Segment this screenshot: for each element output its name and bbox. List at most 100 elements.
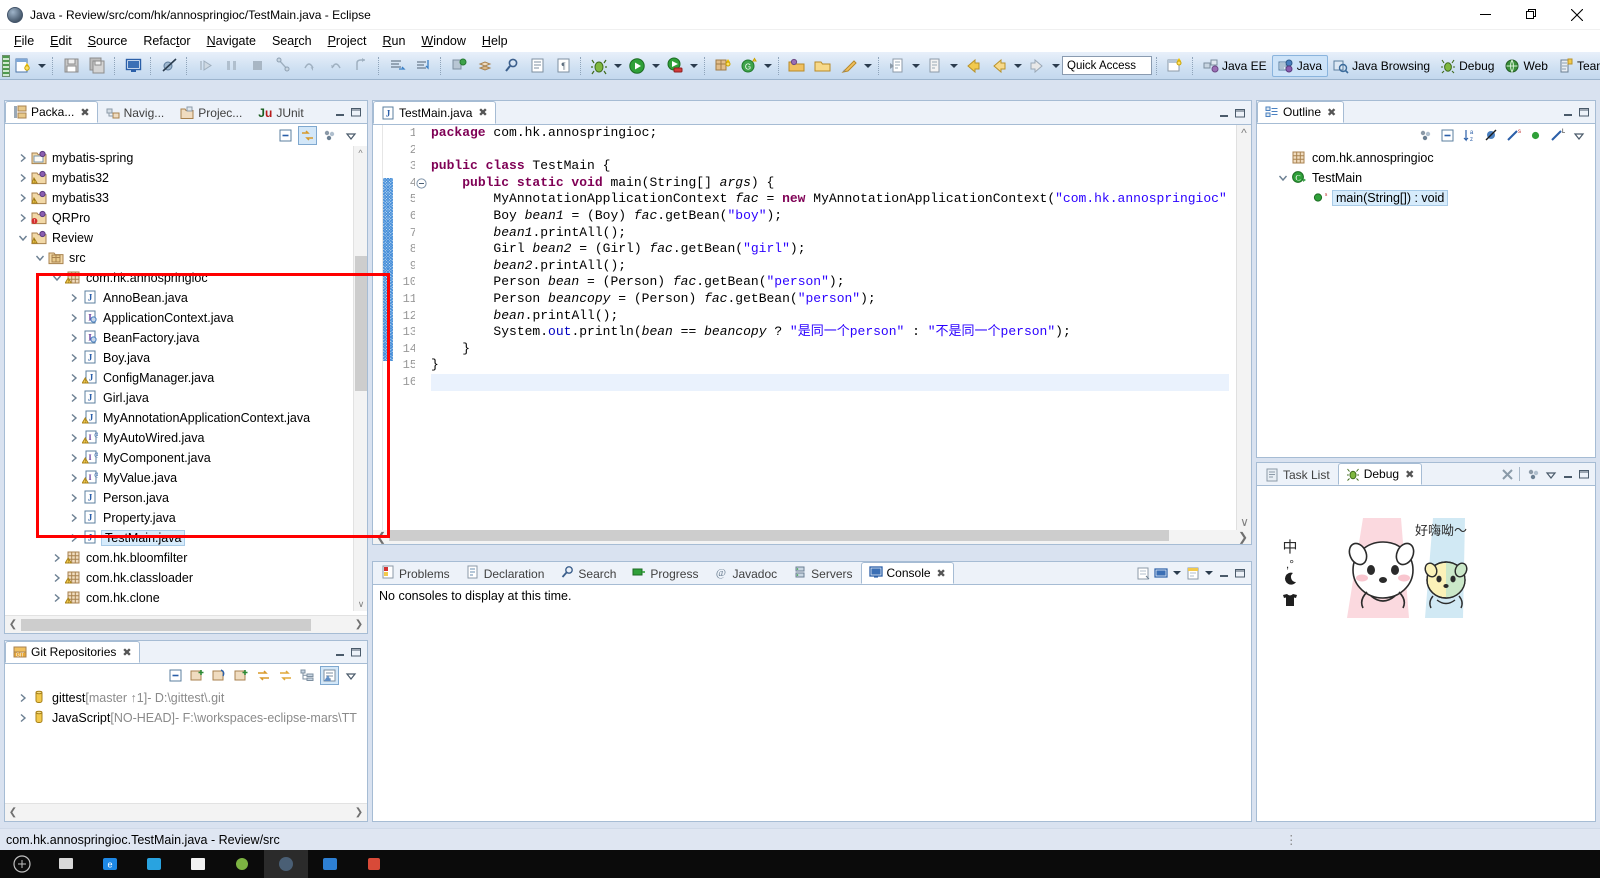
git-hscrollbar[interactable]: ❮ ❯ — [5, 803, 367, 821]
code-line[interactable]: Girl bean2 = (Girl) fac.getBean("girl"); — [431, 241, 1229, 258]
collapse-all-icon[interactable] — [1438, 126, 1457, 145]
minimize-view-icon[interactable] — [333, 105, 347, 119]
previous-edit-location-icon[interactable] — [885, 54, 909, 78]
tree-row[interactable]: J TestMain.java — [5, 528, 367, 548]
tree-row[interactable]: ! Review — [5, 228, 367, 248]
drop-to-frame-icon[interactable] — [349, 54, 373, 78]
new-annotation-dropdown-icon[interactable] — [762, 54, 774, 78]
menu-navigate[interactable]: Navigate — [199, 32, 264, 50]
minimize-icon[interactable] — [1462, 0, 1508, 30]
code-line[interactable]: bean2.printAll(); — [431, 258, 1229, 275]
tree-row[interactable]: J! ConfigManager.java — [5, 368, 367, 388]
git-repositories-tree[interactable]: gittest [master ↑1] - D:\gittest\.git Jav… — [5, 686, 367, 728]
run-external-tools-icon[interactable] — [663, 54, 687, 78]
tree-row[interactable]: src — [5, 248, 367, 268]
tree-row[interactable]: C TestMain — [1257, 168, 1595, 188]
tab-outline[interactable]: Outline ✖ — [1257, 101, 1345, 123]
code-line[interactable]: public static void main(String[] args) { — [431, 175, 1229, 192]
push-icon[interactable] — [276, 666, 295, 685]
taskbar-start-icon[interactable] — [0, 850, 44, 878]
forward-history-icon[interactable] — [987, 54, 1011, 78]
package-explorer-tree[interactable]: mybatis-spring! mybatis32! mybatis33! QRPro… — [5, 146, 367, 611]
perspective-java[interactable]: Java — [1271, 54, 1329, 77]
tree-row[interactable]: ! com.hk.bloomfilter — [5, 548, 367, 568]
code-line[interactable]: package com.hk.annospringioc; — [431, 125, 1229, 142]
git-repository-row[interactable]: JavaScript [NO-HEAD] - F:\workspaces-ecl… — [5, 708, 367, 728]
package-explorer-scrollbar[interactable]: ^ ∨ — [353, 146, 367, 611]
tree-row[interactable]: J Boy.java — [5, 348, 367, 368]
skip-breakpoints-icon[interactable] — [157, 54, 181, 78]
hierarchy-icon[interactable] — [298, 666, 317, 685]
collapse-all-icon[interactable] — [276, 126, 295, 145]
code-line[interactable] — [431, 142, 1229, 159]
taskbar-item-2[interactable]: e — [88, 850, 132, 878]
view-menu-icon[interactable] — [342, 126, 361, 145]
perspective-web[interactable]: Web — [1499, 55, 1552, 77]
punctuation-icon[interactable]: ,° — [1286, 558, 1294, 570]
tree-row[interactable]: mybatis-spring — [5, 148, 367, 168]
step-return-icon[interactable] — [323, 54, 347, 78]
package-explorer-hscrollbar[interactable]: ❮ ❯ — [5, 615, 367, 633]
previous-annotation-icon[interactable] — [411, 54, 435, 78]
taskbar-item-7[interactable] — [352, 850, 396, 878]
clear-console-icon[interactable] — [1135, 565, 1151, 581]
menu-window[interactable]: Window — [413, 32, 473, 50]
taskbar-item-6[interactable] — [308, 850, 352, 878]
editor-vertical-scrollbar[interactable]: ^ ∨ — [1236, 125, 1251, 530]
close-icon[interactable]: ✖ — [478, 106, 487, 119]
open-folder-icon[interactable] — [785, 54, 809, 78]
tab-testmain-java[interactable]: J TestMain.java ✖ — [373, 101, 496, 124]
menu-help[interactable]: Help — [474, 32, 516, 50]
tab-package-explorer[interactable]: Packa... ✖ — [5, 101, 98, 123]
skin-icon[interactable] — [1281, 593, 1299, 610]
next-annotation-icon[interactable] — [385, 54, 409, 78]
fetch-icon[interactable] — [254, 666, 273, 685]
chevron-right-icon[interactable] — [66, 330, 82, 346]
chevron-right-icon[interactable] — [66, 530, 82, 546]
tab-navigator[interactable]: Navig... — [98, 101, 173, 123]
remove-all-terminated-icon[interactable] — [1499, 466, 1515, 482]
debug-dropdown-icon[interactable] — [612, 54, 624, 78]
tab-declaration[interactable]: Declaration — [458, 562, 553, 584]
back-dropdown-icon[interactable] — [1012, 54, 1024, 78]
tree-row[interactable]: I@!MyAutoWired.java — [5, 428, 367, 448]
git-repository-row[interactable]: gittest [master ↑1] - D:\gittest\.git — [5, 688, 367, 708]
tree-row[interactable]: I BeanFactory.java — [5, 328, 367, 348]
open-console-dropdown-icon[interactable] — [1203, 561, 1215, 585]
folding-collapse-icon[interactable] — [415, 175, 429, 192]
chevron-right-icon[interactable] — [15, 170, 31, 186]
chevron-right-icon[interactable] — [15, 690, 31, 706]
maximize-view-icon[interactable] — [1577, 105, 1591, 119]
tree-row[interactable]: ! com.hk.clone — [5, 588, 367, 608]
editor-horizontal-scrollbar[interactable]: ❮ ❯ — [373, 530, 1251, 544]
tab-search[interactable]: Search — [552, 562, 624, 584]
chevron-right-icon[interactable] — [66, 430, 82, 446]
tab-servers[interactable]: Servers — [785, 562, 860, 584]
view-menu-dots-icon[interactable] — [320, 126, 339, 145]
chevron-right-icon[interactable] — [66, 390, 82, 406]
chevron-right-icon[interactable] — [66, 290, 82, 306]
maximize-view-icon[interactable] — [1233, 106, 1247, 120]
tab-console[interactable]: Console ✖ — [860, 562, 954, 584]
focus-on-active-task-icon[interactable] — [1416, 126, 1435, 145]
create-repository-icon[interactable] — [232, 666, 251, 685]
tree-row[interactable]: J Person.java — [5, 488, 367, 508]
tab-project-explorer[interactable]: Projec... — [172, 101, 250, 123]
save-all-icon[interactable] — [85, 54, 109, 78]
new-wizard-dropdown-icon[interactable] — [36, 54, 48, 78]
quick-fix-icon[interactable] — [837, 54, 861, 78]
debug-icon[interactable] — [587, 54, 611, 78]
quick-access-input[interactable]: Quick Access — [1062, 56, 1152, 75]
close-icon[interactable]: ✖ — [1327, 106, 1336, 119]
tree-row[interactable]: ! QRPro — [5, 208, 367, 228]
tab-progress[interactable]: Progress — [624, 562, 706, 584]
menu-edit[interactable]: Edit — [42, 32, 80, 50]
tree-row[interactable]: s main(String[]) : void — [1257, 188, 1595, 208]
clone-repository-icon[interactable] — [210, 666, 229, 685]
tree-row[interactable]: ! mybatis33 — [5, 188, 367, 208]
collapse-all-icon[interactable] — [166, 666, 185, 685]
chevron-down-icon[interactable] — [49, 270, 65, 286]
step-over-icon[interactable] — [297, 54, 321, 78]
link-with-selection-icon[interactable] — [320, 665, 339, 685]
scroll-down-icon[interactable]: ∨ — [1237, 514, 1252, 530]
